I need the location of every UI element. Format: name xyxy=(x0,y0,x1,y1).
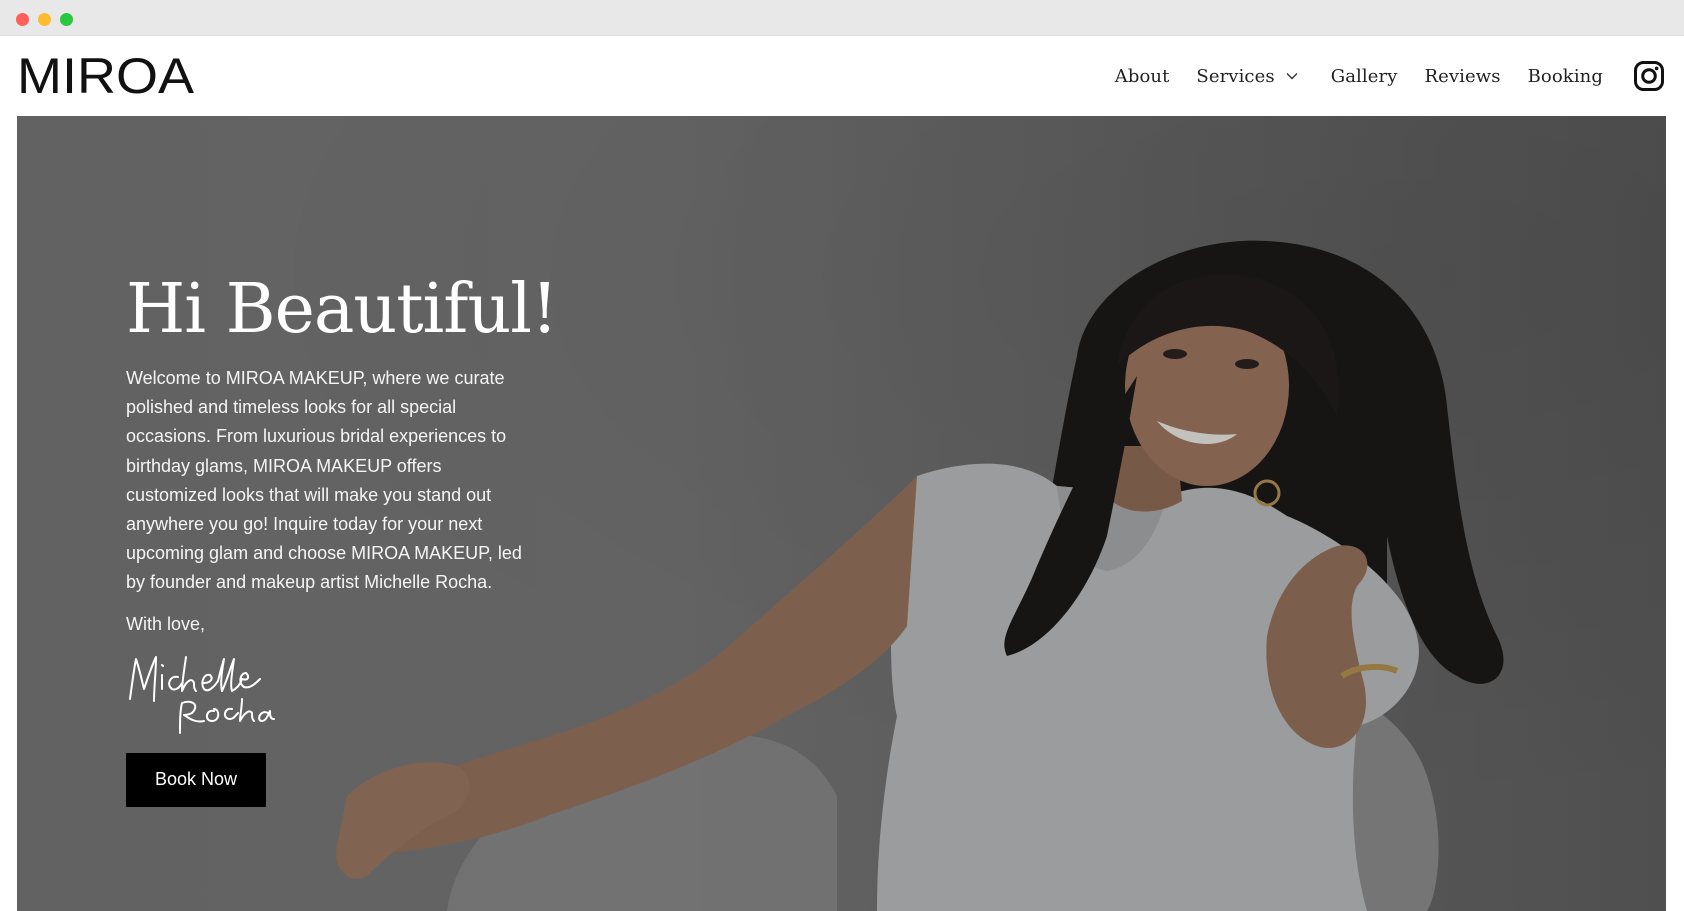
book-now-button[interactable]: Book Now xyxy=(126,752,266,807)
hero-content: Hi Beautiful! Welcome to MIROA MAKEUP, w… xyxy=(126,270,558,807)
hero-title: Hi Beautiful! xyxy=(126,270,558,349)
instagram-icon xyxy=(1634,61,1664,91)
nav-booking-label: Booking xyxy=(1527,65,1603,87)
instagram-link[interactable] xyxy=(1632,59,1666,93)
nav-gallery[interactable]: Gallery xyxy=(1331,66,1398,87)
nav-gallery-label: Gallery xyxy=(1330,65,1398,87)
window-maximize-button[interactable] xyxy=(60,13,73,26)
nav-about-label: About xyxy=(1114,65,1170,87)
hero-signoff: With love, xyxy=(126,613,206,634)
nav-services-label: Services xyxy=(1196,65,1275,87)
chevron-down-icon xyxy=(1286,73,1298,80)
nav-about[interactable]: About xyxy=(1115,66,1170,87)
window-close-button[interactable] xyxy=(16,13,29,26)
hero-section: Hi Beautiful! Welcome to MIROA MAKEUP, w… xyxy=(17,116,1666,911)
nav-services[interactable]: Services xyxy=(1196,66,1298,87)
window-minimize-button[interactable] xyxy=(38,13,51,26)
site-logo[interactable]: MIROA xyxy=(17,50,194,102)
nav-reviews-label: Reviews xyxy=(1424,65,1501,87)
browser-titlebar xyxy=(0,0,1684,36)
signature-image xyxy=(129,655,275,734)
site-header: MIROA About Services Gallery Reviews Boo… xyxy=(0,36,1684,116)
logo-wordmark: MIROA xyxy=(17,48,195,104)
nav-reviews[interactable]: Reviews xyxy=(1424,66,1500,87)
nav-booking[interactable]: Booking xyxy=(1528,66,1603,87)
hero-intro-text: Welcome to MIROA MAKEUP, where we curate… xyxy=(126,368,522,593)
main-nav: About Services Gallery Reviews Booking xyxy=(1115,36,1684,116)
